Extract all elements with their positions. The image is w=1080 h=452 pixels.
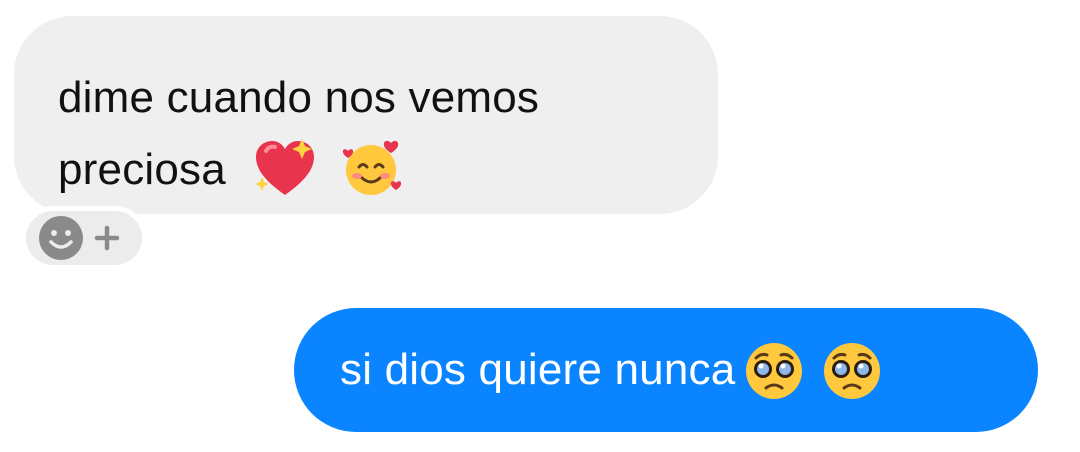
pleading-face-icon [741, 338, 807, 402]
sparkling-heart-icon [252, 137, 318, 199]
pleading-face-icon [819, 338, 885, 402]
incoming-message-bubble[interactable]: dime cuando nos vemos preciosa [14, 16, 718, 214]
incoming-message-line2: preciosa [58, 145, 226, 194]
plus-icon [94, 225, 120, 251]
outgoing-message-text: si dios quiere nunca [340, 345, 736, 394]
smiley-icon [39, 216, 83, 260]
incoming-message-line2-row: preciosa [58, 134, 678, 206]
add-reaction-button[interactable] [21, 206, 147, 270]
smiling-face-with-hearts-icon [339, 137, 405, 199]
incoming-message-text: dime cuando nos vemos preciosa [58, 62, 678, 206]
incoming-message-line1: dime cuando nos vemos [58, 73, 540, 122]
outgoing-message-bubble[interactable]: si dios quiere nunca [294, 308, 1038, 432]
